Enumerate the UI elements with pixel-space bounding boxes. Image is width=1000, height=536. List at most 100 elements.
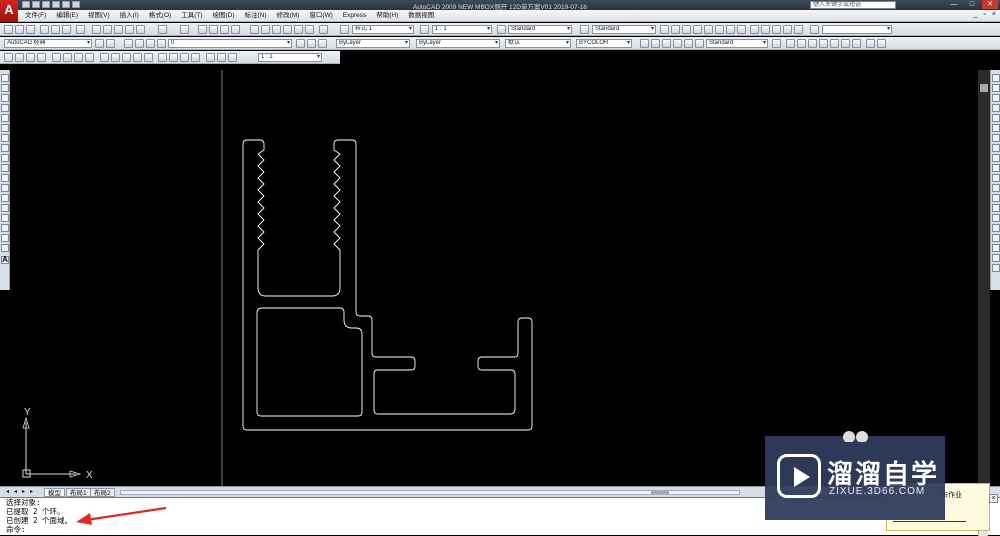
- block-editor-icon[interactable]: [136, 25, 145, 34]
- view-left-icon[interactable]: [682, 25, 691, 34]
- save-icon[interactable]: [26, 25, 35, 34]
- fillet-icon[interactable]: [992, 224, 1000, 232]
- copy-icon[interactable]: [103, 25, 112, 34]
- annotation-scale-select[interactable]: 1 : 1: [432, 25, 492, 34]
- add-leader-icon[interactable]: [662, 39, 671, 48]
- calculator-icon[interactable]: [305, 25, 314, 34]
- offset-icon[interactable]: [992, 104, 1000, 112]
- hatch-icon[interactable]: [1, 214, 9, 222]
- continue-dim-icon[interactable]: [122, 53, 131, 62]
- viewport-scale-select[interactable]: 1 : 1: [258, 53, 322, 62]
- help-search-input[interactable]: 键入关键字或短语: [810, 1, 896, 9]
- jogged-dim-icon[interactable]: [63, 53, 72, 62]
- cut-icon[interactable]: [92, 25, 101, 34]
- quick-dim-icon[interactable]: [100, 53, 109, 62]
- dim-edit-icon[interactable]: [877, 39, 886, 48]
- chamfer-icon[interactable]: [992, 214, 1000, 222]
- menu-draw[interactable]: 绘图(D): [208, 12, 240, 20]
- dim-update-icon[interactable]: [228, 53, 237, 62]
- find-text-icon[interactable]: [808, 39, 817, 48]
- next-tab-icon[interactable]: ▸: [22, 489, 28, 495]
- spline-icon[interactable]: [1, 154, 9, 162]
- view-back-icon[interactable]: [715, 25, 724, 34]
- new-icon[interactable]: [4, 25, 13, 34]
- zoom-window-icon[interactable]: [220, 25, 229, 34]
- make-current-icon[interactable]: [296, 39, 305, 48]
- zoom-previous-icon[interactable]: [231, 25, 240, 34]
- polyline-icon[interactable]: [1, 94, 9, 102]
- text-scale-icon[interactable]: [830, 39, 839, 48]
- view-right-icon[interactable]: [693, 25, 702, 34]
- paste-icon[interactable]: [114, 25, 123, 34]
- prev-tab-icon[interactable]: ◂: [14, 489, 20, 495]
- realistic-icon[interactable]: [783, 25, 792, 34]
- snap-center-icon[interactable]: [992, 264, 1000, 272]
- layer-properties-icon[interactable]: [124, 39, 133, 48]
- multiline-text-icon[interactable]: A: [1, 256, 9, 264]
- remove-leader-icon[interactable]: [651, 39, 660, 48]
- tool-palettes-icon[interactable]: [272, 25, 281, 34]
- lock-ui-icon[interactable]: [106, 39, 115, 48]
- visual-style-icon[interactable]: [750, 25, 759, 34]
- menu-edit[interactable]: 编辑(E): [51, 12, 83, 20]
- zoom-realtime-icon[interactable]: [209, 25, 218, 34]
- explode-icon[interactable]: [992, 234, 1000, 242]
- publish-icon[interactable]: [62, 25, 71, 34]
- rotate-icon[interactable]: [992, 134, 1000, 142]
- menu-data-view[interactable]: 数据视图: [403, 12, 439, 20]
- workspace-select[interactable]: AutoCAD 经典: [4, 39, 92, 48]
- make-block-icon[interactable]: [1, 194, 9, 202]
- tab-model[interactable]: 模型: [44, 488, 65, 497]
- text-justify-icon[interactable]: [841, 39, 850, 48]
- layer-state-icon[interactable]: [318, 39, 327, 48]
- ordinate-dim-icon[interactable]: [37, 53, 46, 62]
- collect-leaders-icon[interactable]: [684, 39, 693, 48]
- align-text-icon[interactable]: [866, 39, 875, 48]
- tab-layout2[interactable]: 布局2: [90, 488, 115, 497]
- dim-style-select[interactable]: 样式 1: [352, 25, 414, 34]
- copy-object-icon[interactable]: [992, 84, 1000, 92]
- text-icon[interactable]: [786, 39, 795, 48]
- inspect-icon[interactable]: [180, 53, 189, 62]
- space-convert-icon[interactable]: [852, 39, 861, 48]
- first-tab-icon[interactable]: ◂: [6, 489, 12, 495]
- view-bottom-icon[interactable]: [671, 25, 680, 34]
- doc-close-button[interactable]: ×: [992, 11, 996, 18]
- tolerance-icon[interactable]: [158, 53, 167, 62]
- menu-modify[interactable]: 修改(M): [272, 12, 305, 20]
- dim-break-icon[interactable]: [144, 53, 153, 62]
- move-icon[interactable]: [992, 124, 1000, 132]
- mleader-style-manager-icon[interactable]: [772, 39, 781, 48]
- line-icon[interactable]: [1, 74, 9, 82]
- scale-icon[interactable]: [992, 144, 1000, 152]
- ellipse-arc-icon[interactable]: [1, 174, 9, 182]
- stretch-icon[interactable]: [992, 154, 1000, 162]
- text-style-icon[interactable]: [819, 39, 828, 48]
- layer-select[interactable]: 0: [168, 39, 292, 48]
- menu-window[interactable]: 窗口(W): [304, 12, 337, 20]
- lineweight-select[interactable]: 默认: [505, 39, 571, 48]
- text-edit-icon[interactable]: [797, 39, 806, 48]
- sheet-set-icon[interactable]: [283, 25, 292, 34]
- center-mark-icon[interactable]: [169, 53, 178, 62]
- menu-format[interactable]: 格式(O): [144, 12, 176, 20]
- point-icon[interactable]: [1, 204, 9, 212]
- properties-icon[interactable]: [250, 25, 259, 34]
- erase-icon[interactable]: [992, 74, 1000, 82]
- view-sw-iso-icon[interactable]: [726, 25, 735, 34]
- 3d-dwf-icon[interactable]: [76, 25, 85, 34]
- join-icon[interactable]: [992, 204, 1000, 212]
- redo-icon[interactable]: [180, 25, 189, 34]
- markup-icon[interactable]: [294, 25, 303, 34]
- angular-dim-icon[interactable]: [85, 53, 94, 62]
- dim-text-edit-icon[interactable]: [217, 53, 226, 62]
- dim-edit-icon[interactable]: [206, 53, 215, 62]
- match-properties-icon[interactable]: [125, 25, 134, 34]
- baseline-dim-icon[interactable]: [111, 53, 120, 62]
- layer-previous-icon[interactable]: [307, 39, 316, 48]
- trim-icon[interactable]: [992, 164, 1000, 172]
- drawing-canvas[interactable]: Y X: [10, 70, 990, 486]
- minimize-button[interactable]: —: [946, 0, 962, 9]
- snap-midpoint-icon[interactable]: [992, 254, 1000, 262]
- view-top-icon[interactable]: [660, 25, 669, 34]
